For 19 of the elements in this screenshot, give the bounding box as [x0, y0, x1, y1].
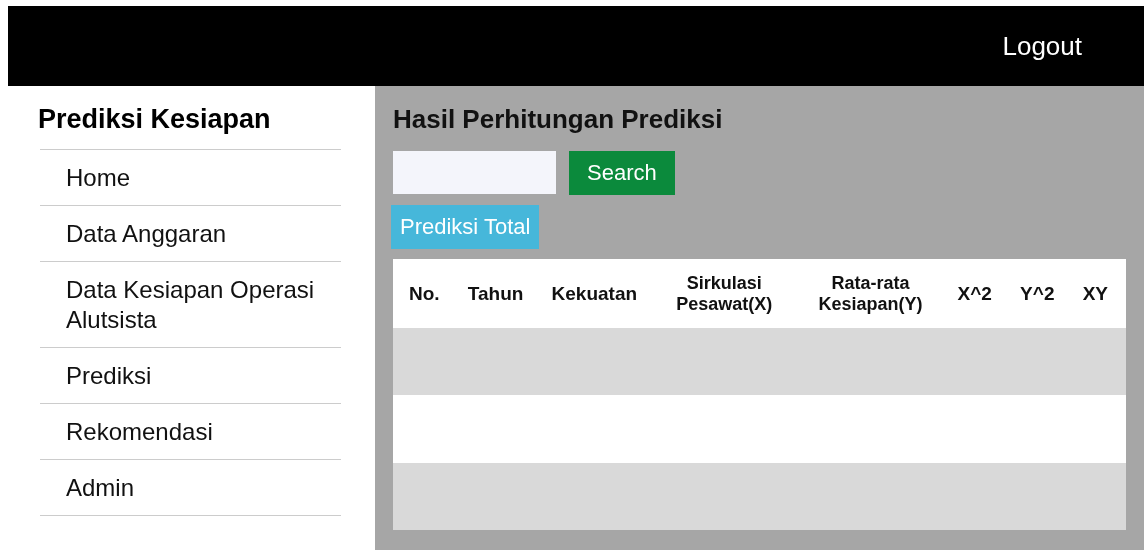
page-title: Hasil Perhitungan Prediksi: [393, 104, 723, 135]
sidebar-item[interactable]: Data Anggaran: [40, 205, 341, 261]
column-header: X^2: [957, 282, 992, 305]
sidebar-item[interactable]: Home: [40, 149, 341, 205]
search-button[interactable]: Search: [569, 151, 675, 195]
sidebar-item[interactable]: Data Kesiapan Operasi Alutsista: [40, 261, 341, 347]
logout-link[interactable]: Logout: [1002, 30, 1082, 62]
column-header: Tahun: [467, 282, 524, 305]
column-header: Kekuatan: [551, 282, 638, 305]
column-header: Rata-rata Kesiapan(Y): [817, 272, 924, 315]
sidebar-item[interactable]: Admin: [40, 459, 341, 516]
sidebar-title: Prediksi Kesiapan: [38, 104, 272, 135]
column-header: Sirkulasi Pesawat(X): [675, 272, 774, 315]
column-header: Y^2: [1020, 282, 1055, 305]
sidebar-item[interactable]: Rekomendasi: [40, 403, 341, 459]
column-header: No.: [409, 282, 440, 305]
column-header: XY: [1082, 282, 1108, 305]
sidebar-item[interactable]: Prediksi: [40, 347, 341, 403]
search-field[interactable]: [393, 151, 556, 194]
